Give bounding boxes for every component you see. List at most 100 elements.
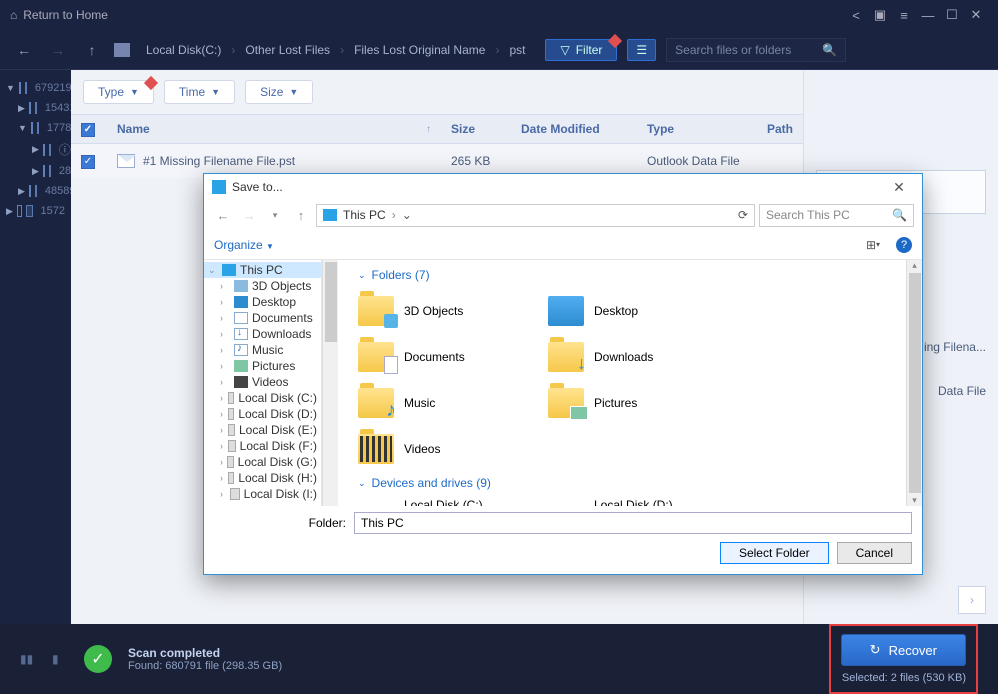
folder-3d-objects[interactable]: 3D Objects: [358, 288, 548, 334]
dlg-back[interactable]: ←: [212, 208, 234, 223]
return-home[interactable]: ⌂ Return to Home: [10, 8, 108, 22]
minimize-button[interactable]: —: [916, 3, 940, 27]
help-button[interactable]: ?: [896, 237, 912, 253]
col-name[interactable]: Name↑: [107, 122, 441, 136]
folder-videos[interactable]: Videos: [358, 426, 548, 472]
tree-item[interactable]: ›Documents: [204, 310, 321, 326]
menu-icon[interactable]: ≡: [892, 3, 916, 27]
dlg-search[interactable]: Search This PC 🔍: [759, 204, 914, 227]
tree-scrollbar[interactable]: [322, 260, 338, 506]
tree-lost-orig-name[interactable]: ▶Files Lost Origi...ⓘ177606: [0, 138, 71, 161]
tree-item[interactable]: ›Local Disk (F:): [204, 438, 321, 454]
tree-item[interactable]: ›Local Disk (G:): [204, 454, 321, 470]
footer: ▮▮ ▮ ✓ Scan completed Found: 680791 file…: [0, 624, 998, 694]
dlg-recent[interactable]: ▾: [264, 210, 286, 221]
scan-status: Scan completed: [128, 646, 282, 660]
recover-icon: ↻: [870, 642, 881, 658]
dlg-address[interactable]: This PC › ⌄ ⟳: [316, 204, 755, 227]
row-checkbox[interactable]: ✓: [81, 155, 95, 169]
close-button[interactable]: ✕: [964, 3, 988, 27]
maximize-button[interactable]: ☐: [940, 3, 964, 27]
tree-item[interactable]: ›Local Disk (C:): [204, 390, 321, 406]
table-header: ✓ Name↑ Size Date Modified Type Path: [71, 114, 803, 144]
refresh-icon[interactable]: ⟳: [738, 208, 748, 222]
checkbox-all[interactable]: ✓: [81, 123, 95, 137]
layout-icon[interactable]: ▣: [868, 3, 892, 27]
tree-item[interactable]: ›Videos: [204, 374, 321, 390]
dialog-close[interactable]: ✕: [884, 179, 914, 196]
folder-downloads[interactable]: Downloads: [548, 334, 738, 380]
tree-deleted[interactable]: ▶Deleted Files15431: [0, 98, 71, 118]
tree-item[interactable]: ›Local Disk (I:): [204, 486, 321, 502]
dialog-nav: ← → ▾ ↑ This PC › ⌄ ⟳ Search This PC 🔍: [204, 200, 922, 230]
organize-menu[interactable]: Organize ▼: [214, 238, 274, 252]
folder-documents[interactable]: Documents: [358, 334, 548, 380]
recover-highlight: ↻ Recover Selected: 2 files (530 KB): [829, 624, 978, 694]
tree-item[interactable]: ›Pictures: [204, 358, 321, 374]
tree-existing[interactable]: ▶Existing Files485898: [0, 181, 71, 201]
chip-size[interactable]: Size▼: [245, 80, 313, 104]
folder-label: Folder:: [214, 516, 346, 530]
file-type: Outlook Data File: [637, 154, 757, 168]
folder-icon: [37, 122, 39, 134]
crumb-1[interactable]: Other Lost Files: [245, 43, 330, 57]
dlg-up[interactable]: ↑: [290, 208, 312, 223]
recover-label: Recover: [889, 643, 937, 658]
search-input[interactable]: Search files or folders 🔍: [666, 38, 846, 62]
files-scrollbar[interactable]: ▴▾: [906, 260, 922, 506]
nav-up[interactable]: ↑: [80, 42, 104, 58]
nav-forward[interactable]: →: [46, 42, 70, 58]
help-icon[interactable]: ⓘ: [59, 141, 71, 158]
dlg-tree: ⌄This PC ›3D Objects ›Desktop ›Documents…: [204, 260, 322, 506]
recover-button[interactable]: ↻ Recover: [841, 634, 966, 666]
folders-header[interactable]: ⌄Folders (7): [358, 268, 894, 282]
address-dropdown[interactable]: ⌄: [402, 208, 412, 222]
stop-icon[interactable]: ▮: [52, 652, 68, 666]
tree-item[interactable]: ›Desktop: [204, 294, 321, 310]
folder-input[interactable]: [354, 512, 912, 534]
list-mode-button[interactable]: ☰: [627, 39, 656, 61]
chip-time[interactable]: Time▼: [164, 80, 235, 104]
folder-pictures[interactable]: Pictures: [548, 380, 738, 426]
col-path[interactable]: Path: [757, 122, 803, 136]
folder-desktop[interactable]: Desktop: [548, 288, 738, 334]
view-mode[interactable]: ⊞ ▾: [862, 236, 884, 254]
filter-button[interactable]: ▽ Filter: [545, 39, 617, 61]
tree-item[interactable]: ›Music: [204, 342, 321, 358]
col-type[interactable]: Type: [637, 122, 757, 136]
crumb-0[interactable]: Local Disk(C:): [146, 43, 221, 57]
cancel-button[interactable]: Cancel: [837, 542, 912, 564]
dialog-title: Save to...: [232, 180, 283, 194]
tree-local-disk[interactable]: ▼Local Disk(C:)679219: [0, 78, 71, 98]
tree-item[interactable]: ›Local Disk (E:): [204, 422, 321, 438]
tree-item[interactable]: ›3D Objects: [204, 278, 321, 294]
drive-d[interactable]: Local Disk (D:)69.7 GB free of 110 GB: [548, 496, 738, 506]
col-date[interactable]: Date Modified: [511, 122, 637, 136]
folder-music[interactable]: Music: [358, 380, 548, 426]
folder-icon: [548, 342, 584, 372]
scan-found: Found: 680791 file (298.35 GB): [128, 660, 282, 672]
select-folder-button[interactable]: Select Folder: [720, 542, 829, 564]
tree-item[interactable]: ›Local Disk (D:): [204, 406, 321, 422]
tree-other-lost[interactable]: ▼Other Lost Files177890: [0, 118, 71, 138]
tree-tags[interactable]: ▶Tags1572: [0, 201, 71, 221]
drive-c[interactable]: Local Disk (C:)17.1 GB free of 111 GB: [358, 496, 548, 506]
tree-this-pc[interactable]: ⌄This PC: [204, 262, 321, 278]
nav-back[interactable]: ←: [12, 42, 36, 58]
col-size[interactable]: Size: [441, 122, 511, 136]
dlg-forward[interactable]: →: [238, 208, 260, 223]
share-icon[interactable]: <: [844, 3, 868, 27]
file-size: 265 KB: [441, 154, 511, 168]
preview-next[interactable]: ›: [958, 586, 986, 614]
chip-type[interactable]: Type▼: [83, 80, 154, 104]
search-icon: 🔍: [892, 208, 907, 222]
tree-item[interactable]: ›Downloads: [204, 326, 321, 342]
drives-header[interactable]: ⌄Devices and drives (9): [358, 476, 894, 490]
tree-item[interactable]: ›Local Disk (H:): [204, 470, 321, 486]
titlebar: ⌂ Return to Home < ▣ ≡ — ☐ ✕: [0, 0, 998, 30]
pause-icon[interactable]: ▮▮: [20, 652, 36, 666]
tree-lost-orig-dir[interactable]: ▶Files Lost Original Dire...284: [0, 161, 71, 181]
crumb-3[interactable]: pst: [509, 43, 525, 57]
desktop-icon: [548, 296, 584, 326]
crumb-2[interactable]: Files Lost Original Name: [354, 43, 485, 57]
